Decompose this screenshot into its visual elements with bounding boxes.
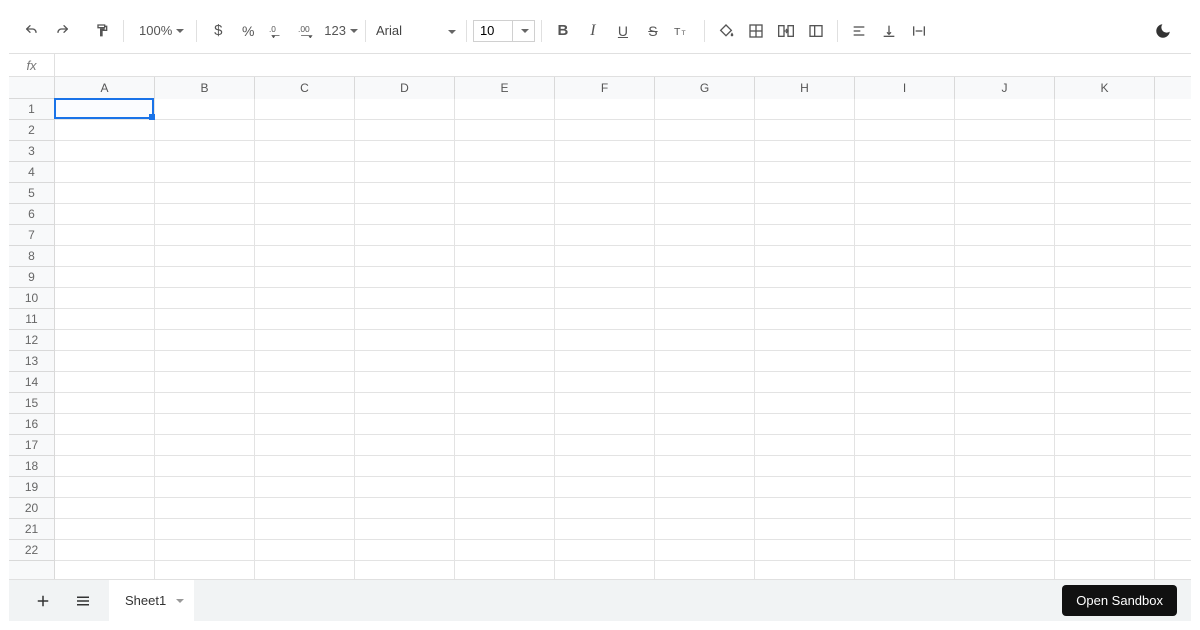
row-header[interactable]: 5 — [9, 183, 54, 204]
row-header[interactable]: 18 — [9, 456, 54, 477]
svg-text:T: T — [674, 25, 681, 37]
col-header[interactable]: D — [355, 77, 455, 99]
row-header[interactable]: 22 — [9, 540, 54, 561]
selection-fill-handle[interactable] — [149, 114, 155, 120]
open-sandbox-button[interactable]: Open Sandbox — [1062, 585, 1177, 616]
horizontal-align-button[interactable] — [845, 17, 873, 45]
col-header[interactable]: K — [1055, 77, 1155, 99]
formula-input[interactable] — [55, 54, 1191, 76]
svg-text:.0: .0 — [269, 24, 276, 33]
col-header[interactable]: F — [555, 77, 655, 99]
font-family-dropdown[interactable] — [372, 18, 460, 44]
col-header[interactable]: G — [655, 77, 755, 99]
row-header[interactable]: 8 — [9, 246, 54, 267]
fx-label: fx — [9, 54, 55, 76]
italic-button[interactable]: I — [579, 17, 607, 45]
zoom-value: 100% — [139, 23, 172, 38]
cells-canvas[interactable] — [55, 99, 1191, 579]
row-header[interactable]: 11 — [9, 309, 54, 330]
col-header[interactable]: E — [455, 77, 555, 99]
row-header[interactable]: 17 — [9, 435, 54, 456]
row-header[interactable]: 7 — [9, 225, 54, 246]
text-wrap-button[interactable] — [905, 17, 933, 45]
add-sheet-button[interactable] — [23, 581, 63, 621]
formula-bar: fx — [9, 53, 1191, 77]
row-header[interactable]: 16 — [9, 414, 54, 435]
strikethrough-button[interactable]: S — [639, 17, 667, 45]
paint-format-button[interactable] — [88, 17, 116, 45]
select-all-corner[interactable] — [9, 77, 55, 99]
font-size-input[interactable] — [473, 20, 513, 42]
row-headers: 1 2 3 4 5 6 7 8 9 10 11 12 13 14 15 16 1… — [9, 99, 55, 579]
col-header[interactable] — [1155, 77, 1191, 99]
col-header[interactable]: A — [55, 77, 155, 99]
grid-area: A B C D E F G H I J K 1 2 3 4 5 6 7 8 9 … — [9, 77, 1191, 579]
row-header[interactable]: 1 — [9, 99, 54, 120]
sheet-bar: Sheet1 Open Sandbox — [9, 579, 1191, 621]
row-header[interactable]: 6 — [9, 204, 54, 225]
vertical-align-button[interactable] — [875, 17, 903, 45]
row-header[interactable]: 12 — [9, 330, 54, 351]
row-header[interactable]: 9 — [9, 267, 54, 288]
undo-button[interactable] — [18, 17, 46, 45]
row-header[interactable]: 19 — [9, 477, 54, 498]
all-sheets-button[interactable] — [63, 581, 103, 621]
open-sandbox-label: Open Sandbox — [1076, 593, 1163, 608]
col-header[interactable]: I — [855, 77, 955, 99]
col-header[interactable]: C — [255, 77, 355, 99]
dark-mode-toggle[interactable] — [1149, 17, 1177, 45]
text-height-button[interactable]: TT — [669, 17, 697, 45]
row-header[interactable]: 21 — [9, 519, 54, 540]
col-header[interactable]: H — [755, 77, 855, 99]
column-headers: A B C D E F G H I J K — [55, 77, 1191, 99]
format-percent-button[interactable]: % — [234, 17, 262, 45]
row-header[interactable]: 2 — [9, 120, 54, 141]
selection-box — [54, 98, 154, 119]
svg-text:.00: .00 — [298, 24, 310, 34]
svg-text:T: T — [681, 29, 685, 36]
merge-cells-button[interactable] — [772, 17, 800, 45]
spreadsheet-app: 100% $ % .0 .00 123 B I U S TT — [9, 9, 1191, 621]
zoom-dropdown[interactable]: 100% — [131, 17, 189, 45]
fill-color-button[interactable] — [712, 17, 740, 45]
cell-view-button[interactable] — [802, 17, 830, 45]
sheet-tab[interactable]: Sheet1 — [109, 580, 194, 622]
bold-button[interactable]: B — [549, 17, 577, 45]
borders-button[interactable] — [742, 17, 770, 45]
number-format-label: 123 — [324, 23, 346, 38]
font-size-dropdown[interactable] — [513, 20, 535, 42]
col-header[interactable]: J — [955, 77, 1055, 99]
sheet-tab-label: Sheet1 — [125, 593, 166, 608]
row-header[interactable]: 13 — [9, 351, 54, 372]
redo-button[interactable] — [48, 17, 76, 45]
format-currency-button[interactable]: $ — [204, 17, 232, 45]
number-format-dropdown[interactable]: 123 — [324, 17, 358, 45]
row-header[interactable]: 15 — [9, 393, 54, 414]
row-header[interactable]: 10 — [9, 288, 54, 309]
row-header[interactable]: 3 — [9, 141, 54, 162]
underline-button[interactable]: U — [609, 17, 637, 45]
row-header[interactable]: 14 — [9, 372, 54, 393]
toolbar: 100% $ % .0 .00 123 B I U S TT — [9, 9, 1191, 53]
sheet-tab-menu-icon[interactable] — [176, 599, 184, 603]
row-header[interactable]: 4 — [9, 162, 54, 183]
row-header[interactable]: 20 — [9, 498, 54, 519]
col-header[interactable]: B — [155, 77, 255, 99]
decrease-decimal-button[interactable]: .0 — [264, 17, 292, 45]
increase-decimal-button[interactable]: .00 — [294, 17, 322, 45]
